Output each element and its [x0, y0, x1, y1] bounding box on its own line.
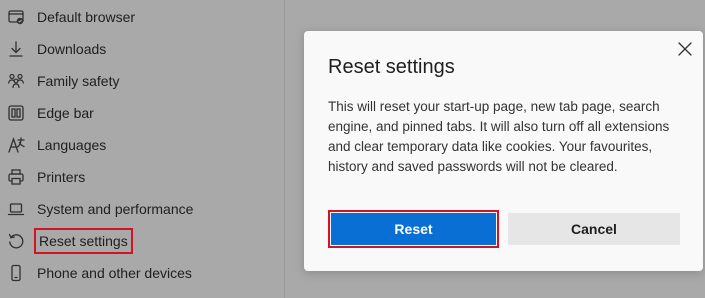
sidebar-item-phone-and-other-devices[interactable]: Phone and other devices [0, 257, 284, 289]
cancel-button[interactable]: Cancel [508, 213, 680, 245]
sidebar-item-printers[interactable]: Printers [0, 161, 284, 193]
sidebar-item-label: System and performance [37, 201, 194, 217]
sidebar-item-label: Languages [37, 137, 107, 153]
default-browser-icon [7, 8, 25, 26]
sidebar-item-downloads[interactable]: Downloads [0, 33, 284, 65]
laptop-icon [7, 200, 25, 218]
sidebar-item-edge-bar[interactable]: Edge bar [0, 97, 284, 129]
sidebar-item-languages[interactable]: Languages [0, 129, 284, 161]
languages-icon [7, 136, 25, 154]
sidebar-item-label: Downloads [37, 41, 107, 57]
dialog-message: This will reset your start-up page, new … [328, 99, 670, 174]
sidebar-item-system-and-performance[interactable]: System and performance [0, 193, 284, 225]
reset-button[interactable]: Reset [328, 210, 499, 248]
reset-settings-dialog: Reset settings This will reset your star… [304, 31, 703, 271]
sidebar-item-reset-settings[interactable]: Reset settings [0, 225, 284, 257]
reset-icon [7, 232, 25, 250]
edge-settings-window: Default browser Downloads Family safety … [0, 0, 705, 298]
settings-sidebar: Default browser Downloads Family safety … [0, 0, 284, 298]
download-icon [7, 40, 25, 58]
sidebar-item-label: Edge bar [37, 105, 94, 121]
sidebar-item-label: Phone and other devices [37, 265, 192, 281]
close-icon[interactable] [677, 41, 693, 57]
phone-icon [7, 264, 25, 282]
family-icon [7, 72, 25, 90]
sidebar-item-label: Reset settings [34, 228, 133, 254]
sidebar-divider [284, 0, 285, 298]
sidebar-item-family-safety[interactable]: Family safety [0, 65, 284, 97]
edge-bar-icon [7, 104, 25, 122]
sidebar-item-label: Printers [37, 169, 86, 185]
dialog-title: Reset settings [328, 56, 455, 78]
printer-icon [7, 168, 25, 186]
sidebar-item-default-browser[interactable]: Default browser [0, 1, 284, 33]
sidebar-item-label: Family safety [37, 73, 120, 89]
sidebar-item-label: Default browser [37, 9, 136, 25]
